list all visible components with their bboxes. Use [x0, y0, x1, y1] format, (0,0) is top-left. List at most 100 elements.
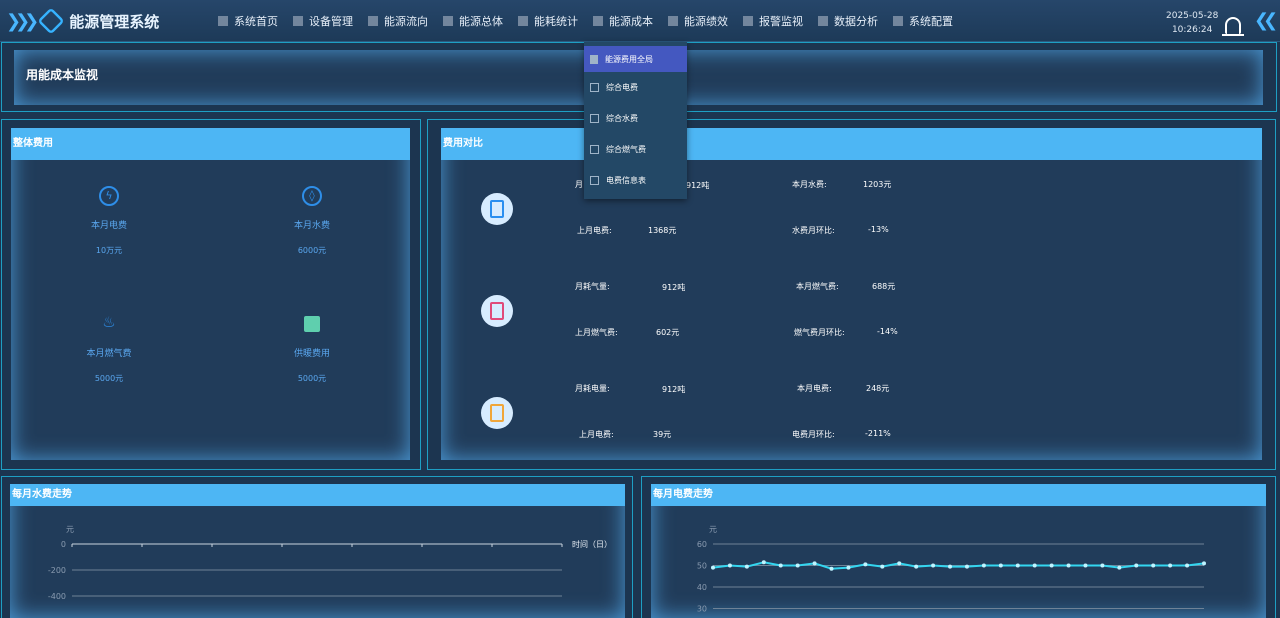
document-icon [590, 176, 599, 185]
document-icon [590, 114, 599, 123]
compare-label: 上月电费: [577, 226, 612, 235]
menu-item-electric-table[interactable]: 电费信息表 [584, 165, 687, 196]
nav-item-home[interactable]: 系统首页 [218, 13, 278, 29]
water-chart-panel: 每月水费走势 元 0 -200 -400 时间（日） [10, 484, 625, 618]
nav-item-devices[interactable]: 设备管理 [293, 13, 353, 29]
cost-dropdown-menu: 能源费用全局 综合电费 综合水费 综合燃气费 电费信息表 [584, 42, 687, 199]
data-point [727, 563, 732, 568]
electric-bill-icon [481, 397, 513, 429]
lightning-icon: ϟ [99, 186, 119, 206]
nav-item-flow[interactable]: 能源流向 [368, 13, 428, 29]
nav-label: 能源绩效 [684, 15, 728, 28]
nav-label: 系统配置 [909, 15, 953, 28]
cost-value: 5000元 [94, 374, 124, 383]
menu-item-gas-fee[interactable]: 综合燃气费 [584, 134, 687, 165]
nav-item-alarm[interactable]: 报警监视 [743, 13, 803, 29]
data-point [1202, 561, 1206, 566]
water-chart: 元0 -200 -400 时间（日） [48, 525, 612, 601]
y-axis-unit: 元 [66, 525, 74, 534]
data-point [1015, 563, 1020, 568]
data-point [897, 561, 902, 566]
y-tick-label: 30 [697, 605, 707, 614]
nav-label: 能源成本 [609, 15, 653, 28]
bar-chart-icon [668, 16, 678, 26]
nav-label: 能耗统计 [534, 15, 578, 28]
menu-label: 电费信息表 [606, 176, 646, 185]
y-tick-label: -200 [48, 566, 66, 575]
menu-label: 综合燃气费 [606, 145, 646, 154]
compare-label: 电费月环比: [792, 430, 835, 439]
data-point [795, 563, 800, 568]
gear-icon [893, 16, 903, 26]
data-point [1117, 565, 1122, 570]
menu-item-water-fee[interactable]: 综合水费 [584, 103, 687, 134]
compare-value: 1203元 [863, 180, 892, 189]
cost-label: 供暖费用 [293, 349, 330, 359]
y-tick-label: 60 [697, 540, 707, 549]
gas-bill-icon [481, 295, 513, 327]
document-icon [490, 200, 504, 218]
compare-label: 本月燃气费: [796, 282, 839, 291]
data-point [1032, 563, 1037, 568]
grid-icon [518, 16, 528, 26]
bell-icon[interactable] [1222, 17, 1244, 36]
overall-panel: 整体费用 ϟ 本月电费 10万元 ◊ 本月水费 6000元 ♨ 本月燃气费 50… [11, 128, 410, 460]
cost-value: 6000元 [297, 246, 327, 255]
document-icon [590, 145, 599, 154]
bar-chart-icon [218, 16, 228, 26]
nav-item-cost[interactable]: 能源成本 [593, 13, 653, 29]
compare-value: 602元 [656, 328, 680, 337]
compare-value: -211% [865, 429, 891, 438]
menu-item-cost-overview[interactable]: 能源费用全局 [584, 46, 687, 72]
compare-value: 248元 [866, 384, 890, 393]
data-point [829, 566, 834, 571]
cost-item-water: ◊ 本月水费 6000元 [257, 186, 367, 256]
compare-value: -14% [877, 327, 898, 336]
app-name: 能源管理系统 [69, 12, 160, 31]
compare-label: 本月电费: [797, 384, 832, 393]
compare-label: 本月水费: [792, 180, 827, 189]
document-icon [590, 83, 599, 92]
nav-item-stats[interactable]: 能耗统计 [518, 13, 578, 29]
overall-header: 整体费用 [11, 128, 410, 160]
nav-label: 设备管理 [309, 15, 353, 28]
data-point [948, 564, 953, 569]
cost-item-electric: ϟ 本月电费 10万元 [54, 186, 164, 256]
nav-item-performance[interactable]: 能源绩效 [668, 13, 728, 29]
nav-item-overall[interactable]: 能源总体 [443, 13, 503, 29]
data-point [778, 563, 783, 568]
radiator-icon [304, 316, 320, 332]
cost-item-heating: 供暖费用 5000元 [257, 314, 367, 384]
main-nav: 系统首页 设备管理 能源流向 能源总体 能耗统计 能源成本 能源绩效 报警监视 … [218, 13, 968, 29]
compare-value: 1368元 [648, 226, 677, 235]
compare-value: 912吨 [662, 385, 686, 394]
data-point [812, 561, 817, 566]
data-point [744, 564, 749, 569]
nav-item-analysis[interactable]: 数据分析 [818, 13, 878, 29]
data-point [863, 562, 868, 567]
data-point [1083, 563, 1088, 568]
data-point [711, 565, 715, 570]
compare-label: 月 [575, 180, 583, 189]
data-point [1049, 563, 1054, 568]
nav-label: 能源流向 [384, 15, 428, 28]
compare-value: -13% [868, 225, 889, 234]
logo[interactable]: ❯❯❯ 能源管理系统 [6, 6, 159, 36]
compare-value: 912吨 [662, 283, 686, 292]
electric-chart-title: 每月电费走势 [651, 484, 1266, 506]
document-icon [490, 302, 504, 320]
water-bill-icon [481, 193, 513, 225]
data-point [1100, 563, 1105, 568]
logo-mark-icon [37, 7, 65, 35]
compare-value: 688元 [872, 282, 896, 291]
date-text: 2025-05-28 [1166, 11, 1219, 21]
compare-label: 月耗电量: [575, 384, 610, 393]
y-axis-unit: 元 [709, 525, 717, 534]
data-point [846, 565, 851, 570]
menu-item-electric-fee[interactable]: 综合电费 [584, 72, 687, 103]
nav-item-config[interactable]: 系统配置 [893, 13, 953, 29]
data-point [761, 560, 766, 565]
cost-item-gas: ♨ 本月燃气费 5000元 [54, 314, 164, 384]
nav-label: 报警监视 [759, 15, 803, 28]
data-point [1151, 563, 1156, 568]
